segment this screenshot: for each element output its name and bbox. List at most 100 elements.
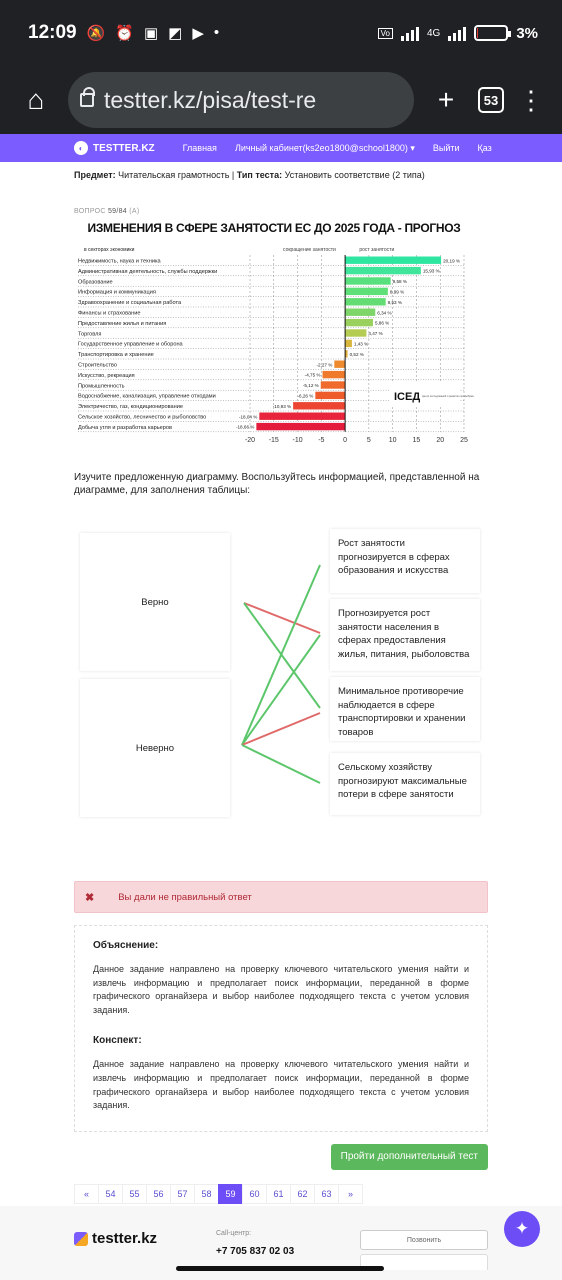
nav-home[interactable]: Главная [183,143,217,153]
chart-data-label: -5,12 % [303,383,319,388]
pager-next[interactable]: » [338,1183,363,1204]
chart-bar [259,412,346,420]
pager-page-57[interactable]: 57 [170,1183,195,1204]
chart-svg: в секторах экономики сокращение занятости… [78,247,474,444]
chart-category-label: Государственное управление и оборона [78,342,184,348]
chart-bar [293,402,346,410]
browser-toolbar: ⌂ testter.kz/pisa/test-re + 53 ⋮ [0,66,562,134]
status-icons: 🔕 ⏰ ▣ ◩ ▶ • [87,24,220,42]
matching-area: Верно Неверно Рост занятости прогнозируе… [74,529,488,833]
chart-category-label: Предоставление жилья и питания [78,321,166,327]
chart-logo-subtext: Центр исследований и развития профобразо… [422,395,474,398]
chart-tick-label: -5 [318,437,324,444]
chart-category-label: Недвижимость, наука и техника [78,259,162,265]
chart-category-label: Торговля [78,331,101,337]
subject-label: Предмет: [74,170,116,180]
chart-data-label: 4,47 % [368,331,382,336]
chart-bar [345,266,421,275]
site-navbar: ◐ TESTTER.KZ Главная Личный кабинет(ks2e… [0,134,562,162]
pager-prev[interactable]: « [74,1183,99,1204]
pager-page-59[interactable]: 59 [218,1183,243,1204]
chart-bar [334,360,346,368]
battery-icon [474,25,512,41]
app-icon: ◩ [168,25,183,42]
nav-account[interactable]: Личный кабинет(ks2eo1800@school1800) ▾ [235,143,415,154]
chart-title: ИЗМЕНЕНИЯ В СФЕРЕ ЗАНЯТОСТИ ЕС ДО 2025 Г… [87,221,461,235]
tab-switcher-button[interactable]: 53 [478,87,504,113]
chart-bar [256,422,346,431]
pager-page-61[interactable]: 61 [266,1183,291,1204]
pager-page-54[interactable]: 54 [98,1183,123,1204]
summary-text: Данное задание направлено на проверку кл… [93,1059,469,1111]
chart-category-label: Образование [78,279,113,285]
footer-logo-icon [74,1231,88,1246]
chart-data-label: -4,75 % [305,373,321,378]
chart: ИЗМЕНЕНИЯ В СФЕРЕ ЗАНЯТОСТИ ЕС ДО 2025 Г… [74,221,474,463]
dot-icon: • [213,24,220,41]
chart-data-label: 8,99 % [390,290,404,295]
test-meta: Предмет: Читательская грамотность | Тип … [74,170,425,180]
pager-page-56[interactable]: 56 [146,1183,171,1204]
chart-tick-label: -10 [292,437,302,444]
pager-page-58[interactable]: 58 [194,1183,219,1204]
lock-icon [80,87,95,107]
chart-data-label: 15,93 % [423,269,440,274]
chart-tick-label: 15 [413,437,421,444]
chart-bar [345,339,352,348]
error-text: Вы дали не правильный ответ [118,891,252,903]
address-bar[interactable]: testter.kz/pisa/test-re [68,72,414,128]
status-bar: 12:09 🔕 ⏰ ▣ ◩ ▶ • Vo 4G 3% [0,0,562,66]
type-value: Установить соответствие (2 типа) [284,170,425,180]
chart-bar [315,391,346,400]
sparkle-fab-icon[interactable]: ✦ [504,1211,540,1247]
phone-number[interactable]: +7 705 837 02 03 [216,1246,294,1257]
chart-category-label: Добыча угля и разработка карьеров [78,425,172,431]
chart-data-label: 8,53 % [388,300,402,305]
chart-bar [345,287,388,296]
pagination: «54 55 56 57 58 59 60 61 62 63» [74,1183,488,1204]
call-button[interactable]: Позвонить [360,1230,488,1250]
question-number: ВОПРОС 59/84 (A) [74,208,488,215]
chart-data-label: 1,43 % [354,342,368,347]
nav-logout[interactable]: Выйти [433,143,460,153]
chart-legend-decline: сокращение занятости [283,247,336,253]
chart-bar [320,381,346,389]
additional-test-button[interactable]: Пройти дополнительный тест [330,1143,488,1170]
chart-data-label: 9,58 % [393,279,407,284]
new-tab-icon[interactable]: + [428,84,464,116]
pager-page-60[interactable]: 60 [242,1183,267,1204]
nav-language[interactable]: Қаз [478,143,492,153]
chart-tick-label: 5 [367,437,371,444]
summary-title: Конспект: [93,1035,142,1047]
chart-category-label: Административная деятельность, службы по… [78,269,217,275]
chart-tick-label: -15 [269,437,279,444]
chart-category-label: Промышленность [78,383,125,389]
brand-logo-icon: ◐ [74,141,88,155]
chart-bar [345,256,442,264]
chart-category-label: Сельское хозяйство, лесничество и рыболо… [78,414,206,421]
chart-category-label: Здравоохранение и социальная работа [78,300,182,306]
url-text: testter.kz/pisa/test-re [104,86,317,113]
chart-category-label: Транспортировка и хранение [78,352,154,358]
chart-bar [345,318,373,327]
chart-data-label: -18,04 % [239,414,257,419]
chart-column-header: в секторах экономики [84,247,135,253]
brand[interactable]: ◐ TESTTER.KZ [74,141,155,155]
footer-brand[interactable]: testter.kz [74,1230,157,1247]
footer-brand-name: testter.kz [92,1230,158,1247]
home-icon[interactable]: ⌂ [18,84,54,116]
pager-page-55[interactable]: 55 [122,1183,147,1204]
chart-data-label: -2,27 % [316,362,332,367]
chart-category-label: Строительство [78,363,117,369]
question-extra: (A) [129,208,140,215]
pager-page-63[interactable]: 63 [314,1183,339,1204]
status-right: Vo 4G 3% [377,25,538,42]
chart-category-label: Искусство, рекреация [78,373,135,379]
type-label: Тип теста: [236,170,283,180]
pager-page-62[interactable]: 62 [290,1183,315,1204]
question-label: ВОПРОС [74,208,106,215]
network-type: 4G [426,27,441,39]
chart-data-label: 0,52 % [350,352,364,357]
more-menu-icon[interactable]: ⋮ [518,87,544,113]
error-alert: ✖ Вы дали не правильный ответ [74,881,488,913]
